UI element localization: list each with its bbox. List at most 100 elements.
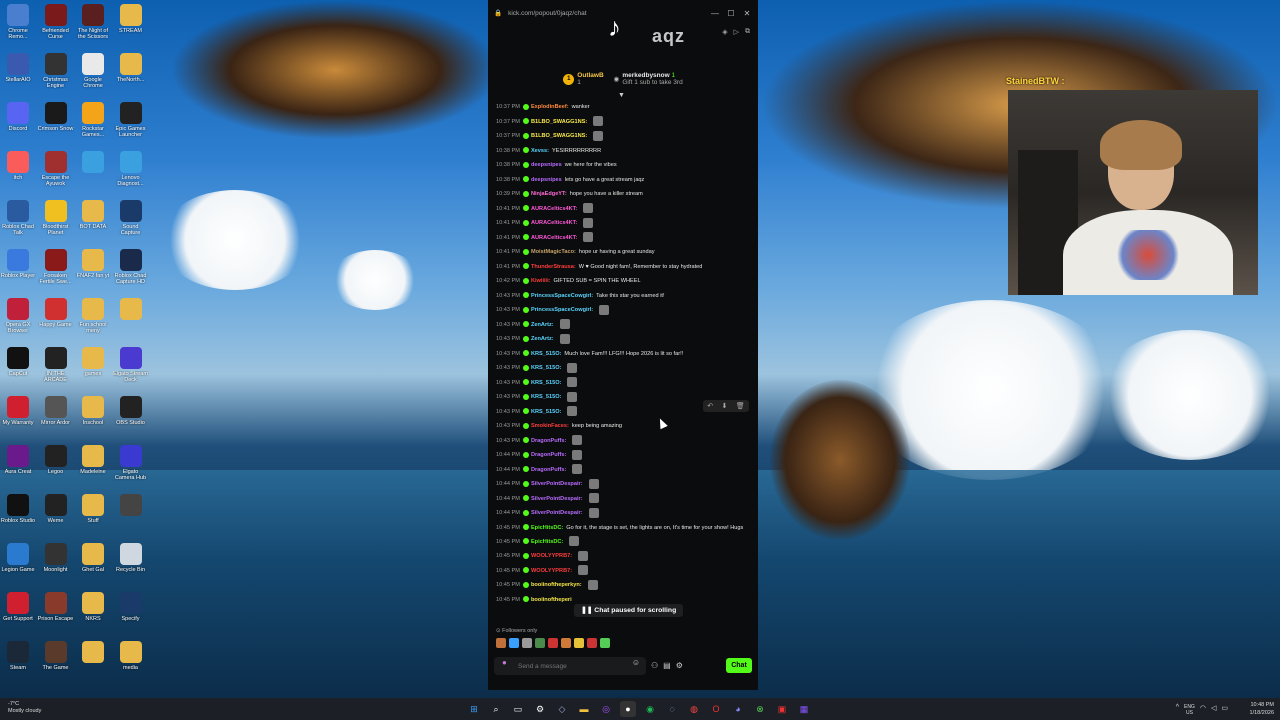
chat-message[interactable]: 10:41 PM AURACeltics4KT: (496, 202, 751, 217)
message-username[interactable]: deepsnipes (531, 162, 562, 168)
stream-deck-icon[interactable]: ▦ (796, 701, 812, 717)
message-username[interactable]: EpicHitsDC: (531, 539, 563, 545)
desktop-icon[interactable]: Lenovo Diagnost... (113, 151, 149, 187)
bookmark-icon[interactable]: ▤ (663, 661, 671, 670)
chat-message[interactable]: 10:44 PM DragonPuffs: (496, 463, 751, 478)
send-chat-button[interactable]: Chat (726, 657, 752, 673)
emote-icon[interactable] (561, 638, 571, 648)
desktop-icon[interactable]: Madeleine (75, 445, 111, 481)
desktop-icon[interactable]: Befriended Curse (38, 4, 74, 40)
desktop-icon[interactable]: Rockstar Games... (75, 102, 111, 138)
chevron-down-icon[interactable]: ▼ (618, 92, 625, 99)
desktop-icon[interactable]: Legoo (38, 445, 74, 481)
desktop-icon[interactable] (113, 298, 149, 334)
desktop-icon[interactable]: IN THE ARCADE (38, 347, 74, 383)
desktop-icon[interactable]: Google Chrome (75, 53, 111, 89)
desktop-icon[interactable]: Aura Creat (0, 445, 36, 481)
chat-message[interactable]: 10:43 PM ZenArtz: (496, 332, 751, 347)
desktop-icon[interactable]: Opera GX Browser (0, 298, 36, 334)
message-username[interactable]: SilverPointDespair: (531, 481, 583, 487)
file-explorer-icon[interactable]: ▬ (576, 701, 592, 717)
message-username[interactable]: EpicHitsDC: (531, 525, 563, 531)
desktop-icon[interactable]: The Night of the Scissors (75, 4, 111, 40)
message-username[interactable]: KRS_515O: (531, 365, 561, 371)
message-username[interactable]: AURACeltics4KT: (531, 220, 577, 226)
chat-message[interactable]: 10:41 PM AURACeltics4KT: (496, 216, 751, 231)
desktop-icon[interactable]: Christmas Engine (38, 53, 74, 89)
desktop-icon[interactable]: Elgato Stream Deck (113, 347, 149, 383)
start-icon[interactable]: ⊞ (466, 701, 482, 717)
chat-message[interactable]: 10:45 PM EpicHitsDC: (496, 535, 751, 550)
desktop-icon[interactable]: FNAF2 fan yt (75, 249, 111, 285)
message-username[interactable]: KRS_515O: (531, 409, 561, 415)
chat-message[interactable]: 10:41 PM AURACeltics4KT: (496, 231, 751, 246)
chat-message[interactable]: 10:44 PM SilverPointDespair: (496, 477, 751, 492)
xbox-icon[interactable]: ⊗ (752, 701, 768, 717)
desktop-icon[interactable]: TheNorth... (113, 53, 149, 89)
desktop-icon[interactable]: The Game (38, 641, 74, 677)
emote-picker-icon[interactable]: ● (502, 658, 507, 667)
chat-message[interactable]: 10:43 PM DragonPuffs: (496, 434, 751, 449)
desktop-icon[interactable] (75, 151, 111, 187)
message-username[interactable]: ZenArtz: (531, 322, 554, 328)
desktop-icon[interactable]: Fun school meny (75, 298, 111, 334)
desktop-icon[interactable]: Sound Capture (113, 200, 149, 236)
desktop-icon[interactable] (75, 641, 111, 677)
obs-icon[interactable]: ● (620, 701, 636, 717)
desktop-icon[interactable]: Legion Game (0, 543, 36, 579)
users-icon[interactable]: ⚇ (651, 661, 658, 670)
desktop-icon[interactable]: My Warranty (0, 396, 36, 432)
message-username[interactable]: booiinoftheperi (531, 597, 572, 603)
chat-message[interactable]: 10:41 PM MoistMagicTaco: hope ur having a … (496, 245, 751, 260)
desktop-icon[interactable]: BOT DATA (75, 200, 111, 236)
message-username[interactable]: SilverPointDespair: (531, 496, 583, 502)
desktop-icon[interactable] (113, 494, 149, 530)
chevron-up-icon[interactable]: ^ (1176, 704, 1179, 716)
chat-message[interactable]: 10:43 PM KRS_515O: (496, 361, 751, 376)
emote-icon[interactable] (496, 638, 506, 648)
message-username[interactable]: Xevss: (531, 148, 549, 154)
desktop-icon[interactable]: Escape the Ayuwok (38, 151, 74, 187)
desktop-icon[interactable]: media (113, 641, 149, 677)
desktop-icon[interactable]: Stuff (75, 494, 111, 530)
desktop-icon[interactable]: Specify (113, 592, 149, 628)
desktop-icon[interactable]: Ghet Gal (75, 543, 111, 579)
chat-message[interactable]: 10:37 PM ExplodinBeef: wanker (496, 100, 751, 115)
chat-message[interactable]: 10:41 PM ThunderStrausa: W ♥ Good night fa… (496, 260, 751, 275)
battery-icon[interactable]: ▭ (1221, 704, 1228, 716)
close-button[interactable]: ✕ (742, 9, 752, 18)
message-username[interactable]: NinjaEdgeYT: (531, 191, 567, 197)
emote-icon[interactable] (574, 638, 584, 648)
desktop-icon[interactable]: Prison Escape (38, 592, 74, 628)
chat-message[interactable]: 10:42 PM Kiwiiiii: GIFTED SUB = SPIN THE W… (496, 274, 751, 289)
desktop-icon[interactable]: Epic Games Launcher (113, 102, 149, 138)
spotify-icon[interactable]: ◉ (642, 701, 658, 717)
message-username[interactable]: KRS_515O: (531, 380, 561, 386)
emote-icon[interactable] (509, 638, 519, 648)
message-username[interactable]: ExplodinBeef: (531, 104, 569, 110)
chat-message[interactable]: 10:43 PM ZenArtz: (496, 318, 751, 333)
chrome-icon[interactable]: ◍ (686, 701, 702, 717)
message-username[interactable]: PrincessSpaceCowgirl: (531, 293, 593, 299)
chat-message[interactable]: 10:38 PM Xevss: YESIRRRRRRRRR (496, 144, 751, 159)
language-indicator[interactable]: ENG US (1184, 704, 1195, 716)
message-username[interactable]: WOOLYYPRB7: (531, 568, 572, 574)
desktop-icon[interactable]: Roblox Chad Capture HD (113, 249, 149, 285)
play-icon[interactable]: ▷ (734, 28, 739, 36)
message-username[interactable]: DragonPuffs: (531, 467, 566, 473)
desktop-icon[interactable]: itch (0, 151, 36, 187)
desktop-icon[interactable]: Mirror Ardor (38, 396, 74, 432)
desktop-icon[interactable]: Get Support (0, 592, 36, 628)
message-username[interactable]: ThunderStrausa: (531, 264, 576, 270)
volume-icon[interactable]: ◁ (1211, 704, 1216, 716)
chat-message[interactable]: 10:37 PM B1LBO_SWAGG1NS: (496, 115, 751, 130)
popout-icon[interactable]: ⧉ (745, 28, 750, 36)
wifi-icon[interactable]: ◠ (1200, 704, 1206, 716)
message-username[interactable]: AURACeltics4KT: (531, 235, 577, 241)
task-view-icon[interactable]: ▭ (510, 701, 526, 717)
message-username[interactable]: AURACeltics4KT: (531, 206, 577, 212)
message-username[interactable]: DragonPuffs: (531, 438, 566, 444)
desktop-icon[interactable]: Inschool (75, 396, 111, 432)
copilot-icon[interactable]: ◇ (554, 701, 570, 717)
message-username[interactable]: KRS_515O: (531, 351, 561, 357)
